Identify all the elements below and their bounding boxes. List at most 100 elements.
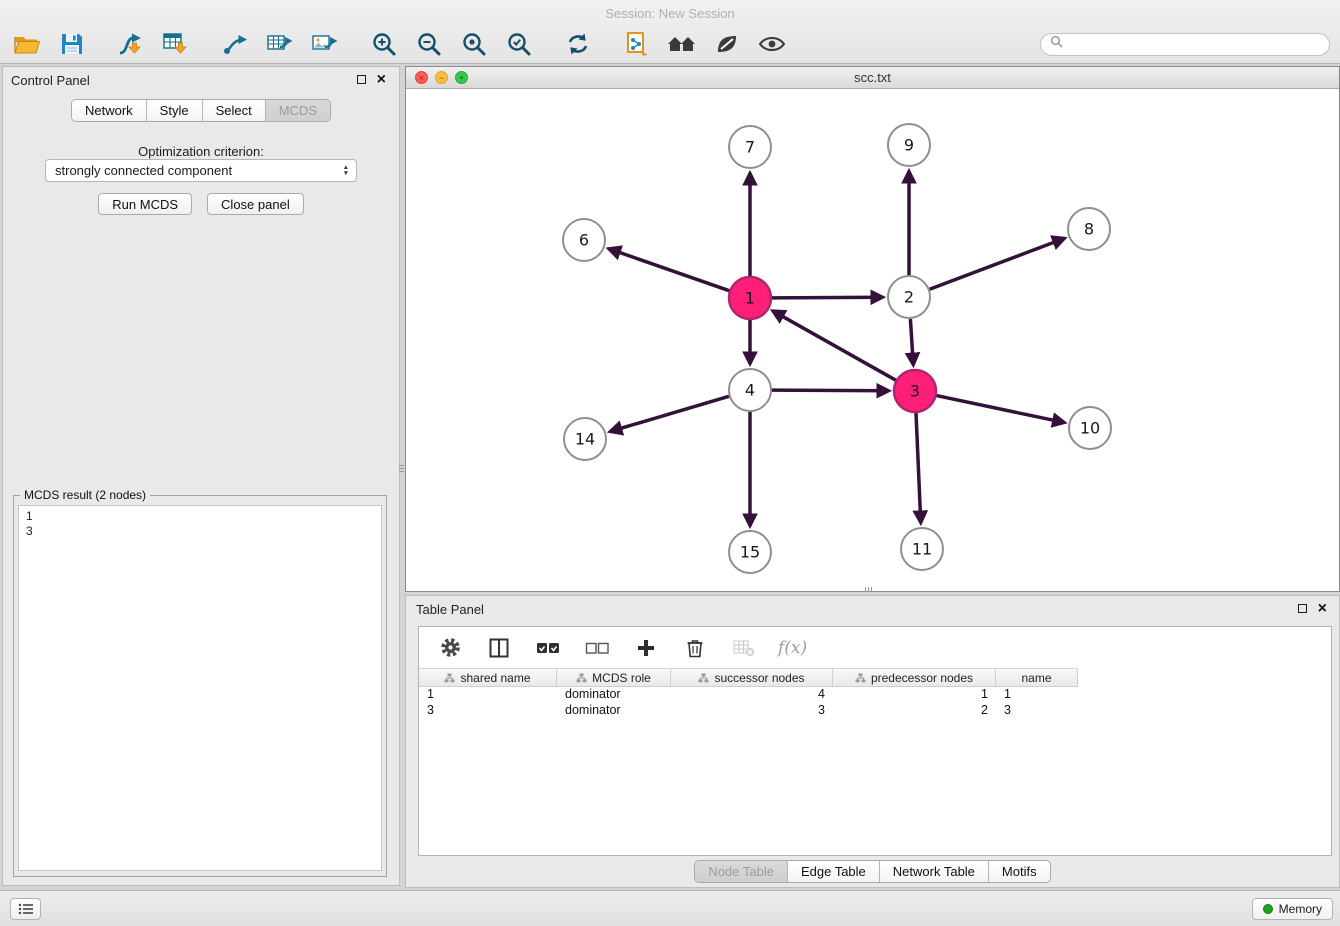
window-close-icon[interactable]: × <box>415 71 428 84</box>
search-input[interactable] <box>1069 37 1320 51</box>
tab-network[interactable]: Network <box>72 100 146 121</box>
zoom-in-icon[interactable] <box>369 29 399 59</box>
float-panel-button[interactable] <box>357 75 366 84</box>
import-network-icon[interactable] <box>116 29 146 59</box>
horizontal-splitter-handle[interactable] <box>860 587 876 592</box>
graph-edge-1-2[interactable] <box>772 297 883 298</box>
graph-edge-4-14[interactable] <box>610 396 729 431</box>
copy-view-icon[interactable] <box>622 29 652 59</box>
column-header-name[interactable]: name <box>996 668 1078 687</box>
refresh-icon[interactable] <box>563 29 593 59</box>
graph-node-label: 4 <box>745 381 755 400</box>
graph-edge-4-3[interactable] <box>772 390 889 391</box>
table-cell[interactable]: 3 <box>419 703 557 719</box>
graph-node-label: 11 <box>912 540 932 559</box>
tab-motifs[interactable]: Motifs <box>988 861 1050 882</box>
task-history-button[interactable] <box>10 898 41 920</box>
open-folder-icon[interactable] <box>12 29 42 59</box>
table-cell[interactable]: 4 <box>671 687 833 703</box>
table-row[interactable]: 3dominator323 <box>419 703 1331 719</box>
search-box[interactable] <box>1040 33 1330 56</box>
table-panel-title: Table Panel <box>416 602 484 617</box>
close-table-panel-icon[interactable]: × <box>1318 603 1327 615</box>
style-brush-icon[interactable] <box>712 29 742 59</box>
memory-button[interactable]: Memory <box>1252 898 1333 920</box>
graph-node-label: 1 <box>745 289 755 308</box>
zoom-fit-icon[interactable] <box>459 29 489 59</box>
memory-status-icon <box>1263 904 1273 914</box>
add-column-icon[interactable] <box>631 633 661 663</box>
export-table-icon[interactable] <box>265 29 295 59</box>
save-icon[interactable] <box>57 29 87 59</box>
graph-node-label: 2 <box>904 288 914 307</box>
close-panel-button[interactable]: Close panel <box>207 193 304 215</box>
import-table-icon[interactable] <box>161 29 191 59</box>
list-icon <box>18 903 34 915</box>
graph-edge-3-1[interactable] <box>773 311 896 380</box>
zoom-selected-icon[interactable] <box>504 29 534 59</box>
sort-icon <box>855 673 866 683</box>
table-panel: Table Panel × <box>405 595 1340 888</box>
table-container: f(x) shared name MCDS role successor nod… <box>418 626 1332 856</box>
eye-icon[interactable] <box>757 29 787 59</box>
graph-edge-3-11[interactable] <box>916 413 921 523</box>
status-bar: Memory <box>0 890 1340 926</box>
sort-icon <box>444 673 455 683</box>
graph-edge-1-6[interactable] <box>609 249 730 291</box>
export-image-icon[interactable] <box>310 29 340 59</box>
deselect-all-icon[interactable] <box>582 633 612 663</box>
graph-edge-3-10[interactable] <box>937 396 1065 423</box>
graph-node-label: 3 <box>910 382 920 401</box>
mcds-result-group: MCDS result (2 nodes) 1 3 <box>13 495 387 877</box>
result-line: 3 <box>26 524 374 539</box>
column-header-shared-name[interactable]: shared name <box>419 668 557 687</box>
graph-node-label: 8 <box>1084 220 1094 239</box>
main-toolbar <box>12 25 1330 63</box>
graph-node-label: 14 <box>575 430 595 449</box>
tab-edge-table[interactable]: Edge Table <box>787 861 879 882</box>
column-header-successor-nodes[interactable]: successor nodes <box>671 668 833 687</box>
network-canvas[interactable]: 7968124314101511 <box>406 89 1339 591</box>
table-cell[interactable]: 2 <box>833 703 996 719</box>
vertical-splitter-handle[interactable] <box>399 455 404 481</box>
graph-edge-2-8[interactable] <box>930 238 1065 289</box>
column-header-predecessor-nodes[interactable]: predecessor nodes <box>833 668 996 687</box>
column-header-mcds-role[interactable]: MCDS role <box>557 668 671 687</box>
table-cell[interactable]: 3 <box>671 703 833 719</box>
run-mcds-button[interactable]: Run MCDS <box>98 193 192 215</box>
tab-style[interactable]: Style <box>146 100 202 121</box>
table-row[interactable]: 1dominator411 <box>419 687 1331 703</box>
select-all-icon[interactable] <box>533 633 563 663</box>
window-zoom-icon[interactable]: + <box>455 71 468 84</box>
graph-edge-2-3[interactable] <box>910 319 913 365</box>
table-cell[interactable]: dominator <box>557 687 671 703</box>
control-panel-title: Control Panel <box>11 73 90 88</box>
table-cell[interactable]: 1 <box>833 687 996 703</box>
trash-icon[interactable] <box>680 633 710 663</box>
window-title: Session: New Session <box>0 6 1340 21</box>
network-window-title: scc.txt <box>406 67 1339 88</box>
tab-mcds[interactable]: MCDS <box>265 100 330 121</box>
table-cell[interactable]: 1 <box>419 687 557 703</box>
gear-icon[interactable] <box>435 633 465 663</box>
network-window-titlebar[interactable]: × − + scc.txt <box>406 67 1339 89</box>
home-icon[interactable] <box>667 29 697 59</box>
tab-node-table[interactable]: Node Table <box>695 861 787 882</box>
title-bar: Session: New Session <box>0 0 1340 64</box>
columns-icon[interactable] <box>484 633 514 663</box>
function-builder-icon: f(x) <box>778 638 807 658</box>
mcds-result-title: MCDS result (2 nodes) <box>20 488 150 502</box>
tab-network-table[interactable]: Network Table <box>879 861 988 882</box>
table-cell[interactable]: dominator <box>557 703 671 719</box>
float-table-panel-button[interactable] <box>1298 604 1307 613</box>
tab-select[interactable]: Select <box>202 100 265 121</box>
export-network-icon[interactable] <box>220 29 250 59</box>
optimization-criterion-select[interactable]: strongly connected component ▲▼ <box>45 159 357 182</box>
network-graph: 7968124314101511 <box>406 89 1339 591</box>
window-minimize-icon[interactable]: − <box>435 71 448 84</box>
zoom-out-icon[interactable] <box>414 29 444 59</box>
table-cell[interactable]: 1 <box>996 687 1078 703</box>
table-cell[interactable]: 3 <box>996 703 1078 719</box>
table-header-row: shared name MCDS role successor nodes pr… <box>419 668 1331 687</box>
close-panel-icon[interactable]: × <box>377 74 386 86</box>
